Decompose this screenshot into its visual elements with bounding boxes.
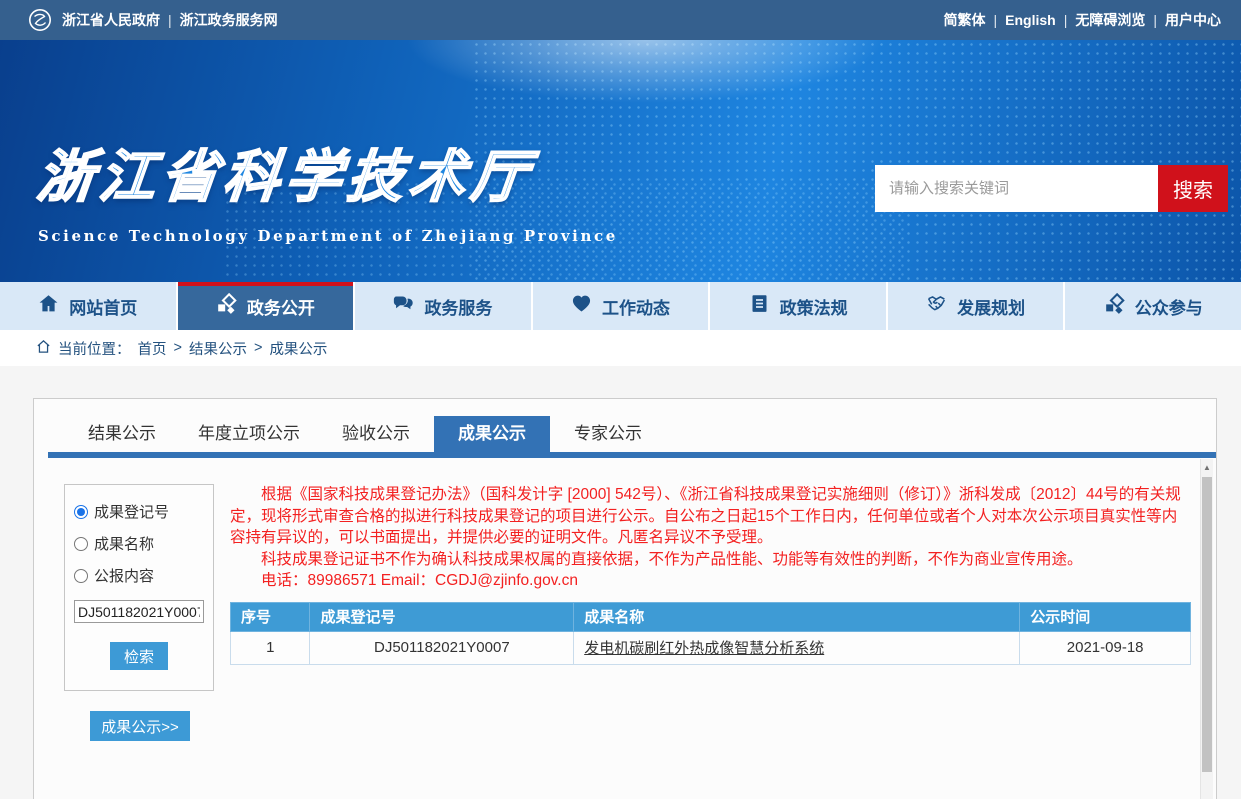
radio-button-icon[interactable] (74, 505, 88, 519)
radio-label: 成果名称 (94, 533, 154, 554)
filter-keyword-input[interactable] (74, 600, 204, 623)
header-publicity-date: 公示时间 (1020, 602, 1191, 631)
topbar-separator: | (168, 12, 172, 28)
nav-item-public-participation[interactable]: 公众参与 (1063, 282, 1241, 330)
breadcrumb-separator: > (254, 340, 262, 356)
radio-bulletin-content[interactable]: 公报内容 (74, 565, 204, 586)
tab-annual-project-publicity[interactable]: 年度立项公示 (180, 416, 318, 452)
gov-portal-link[interactable]: 浙江省人民政府 (62, 10, 160, 30)
tab-bar: 结果公示 年度立项公示 验收公示 成果公示 专家公示 (70, 416, 1216, 452)
breadcrumb-item-results[interactable]: 结果公示 (189, 338, 247, 359)
nav-label: 网站首页 (69, 294, 137, 319)
nav-item-development-planning[interactable]: 发展规划 (886, 282, 1064, 330)
cell-index: 1 (231, 631, 310, 664)
topbar-separator: | (1153, 12, 1157, 28)
filter-box: 成果登记号 成果名称 公报内容 检索 (64, 484, 214, 691)
table-row: 1 DJ501182021Y0007 发电机碳刷红外热成像智慧分析系统 2021… (231, 631, 1191, 664)
search-input[interactable] (875, 165, 1158, 212)
gov-open-icon (216, 293, 237, 319)
achievement-table: 序号 成果登记号 成果名称 公示时间 1 DJ501182021Y0007 发电… (230, 602, 1191, 665)
radio-registration-number[interactable]: 成果登记号 (74, 501, 204, 522)
publicity-notice: 根据《国家科技成果登记办法》（国科发计字 [2000] 542号）、《浙江省科技… (230, 484, 1191, 592)
breadcrumb-item-home[interactable]: 首页 (138, 338, 167, 359)
nav-item-home[interactable]: 网站首页 (0, 282, 176, 330)
main-navigation: 网站首页 政务公开 政务服务 工作动态 (0, 282, 1241, 330)
breadcrumb: 当前位置： 首页 > 结果公示 > 成果公示 (0, 330, 1241, 366)
nav-item-work-dynamics[interactable]: 工作动态 (531, 282, 709, 330)
cell-achievement-name: 发电机碳刷红外热成像智慧分析系统 (574, 631, 1020, 664)
tab-acceptance-publicity[interactable]: 验收公示 (324, 416, 428, 452)
notice-paragraph-1: 根据《国家科技成果登记办法》（国科发计字 [2000] 542号）、《浙江省科技… (230, 484, 1191, 549)
tab-result-publicity[interactable]: 结果公示 (70, 416, 174, 452)
breadcrumb-item-achievements[interactable]: 成果公示 (269, 338, 327, 359)
filter-column: 成果登记号 成果名称 公报内容 检索 成果公示>> (64, 484, 222, 741)
breadcrumb-prefix: 当前位置： (58, 338, 131, 359)
simplified-traditional-link[interactable]: 简繁体 (944, 10, 986, 30)
nav-label: 政务公开 (247, 294, 315, 319)
cell-registration-number: DJ501182021Y0007 (310, 631, 574, 664)
header-achievement-name: 成果名称 (574, 602, 1020, 631)
site-search: 搜索 (875, 165, 1228, 212)
radio-button-icon[interactable] (74, 537, 88, 551)
breadcrumb-separator: > (174, 340, 182, 356)
site-title: 浙江省科学技术厅 (34, 132, 622, 213)
main-content: 根据《国家科技成果登记办法》（国科发计字 [2000] 542号）、《浙江省科技… (230, 484, 1191, 741)
header-registration-number: 成果登记号 (310, 602, 574, 631)
achievement-publicity-more-button[interactable]: 成果公示>> (90, 711, 190, 741)
participation-icon (1104, 293, 1125, 319)
accessibility-link[interactable]: 无障碍浏览 (1075, 10, 1145, 30)
document-icon (749, 293, 770, 319)
zhejiang-gov-logo-icon (28, 8, 52, 32)
topbar-separator: | (994, 12, 998, 28)
site-subtitle-english: Science Technology Department of Zhejian… (38, 227, 618, 245)
home-icon (38, 293, 59, 319)
nav-item-gov-open[interactable]: 政务公开 (176, 282, 354, 330)
notice-paragraph-2: 科技成果登记证书不作为确认科技成果权属的直接依据，不作为产品性能、功能等有效性的… (230, 549, 1191, 571)
radio-achievement-name[interactable]: 成果名称 (74, 533, 204, 554)
nav-label: 政策法规 (780, 294, 848, 319)
top-utility-bar: 浙江省人民政府 | 浙江政务服务网 简繁体 | English | 无障碍浏览 … (0, 0, 1241, 40)
radio-label: 公报内容 (94, 565, 154, 586)
breadcrumb-home-icon (36, 339, 51, 358)
panel-scrollbar[interactable]: ▲ (1200, 459, 1213, 799)
cell-publicity-date: 2021-09-18 (1020, 631, 1191, 664)
handshake-icon (926, 293, 947, 319)
radio-button-icon[interactable] (74, 569, 88, 583)
notice-contact-line: 电话：89986571 Email：CGDJ@zjinfo.gov.cn (230, 570, 1191, 592)
nav-label: 工作动态 (602, 294, 670, 319)
nav-item-gov-service[interactable]: 政务服务 (353, 282, 531, 330)
user-center-link[interactable]: 用户中心 (1165, 10, 1221, 30)
topbar-separator: | (1064, 12, 1068, 28)
chat-icon (393, 293, 414, 319)
site-banner: 浙江省科学技术厅 Science Technology Department o… (0, 40, 1241, 282)
scrollbar-thumb[interactable] (1202, 477, 1212, 772)
nav-label: 政务服务 (424, 294, 492, 319)
heart-icon (571, 293, 592, 319)
scrollbar-up-arrow-icon[interactable]: ▲ (1201, 459, 1213, 475)
english-link[interactable]: English (1005, 12, 1056, 28)
page-body: 结果公示 年度立项公示 验收公示 成果公示 专家公示 成果登记号 成果名称 (0, 366, 1241, 799)
header-index: 序号 (231, 602, 310, 631)
tab-expert-publicity[interactable]: 专家公示 (556, 416, 660, 452)
nav-label: 公众参与 (1135, 294, 1203, 319)
table-header-row: 序号 成果登记号 成果名称 公示时间 (231, 602, 1191, 631)
search-button[interactable]: 搜索 (1158, 165, 1228, 212)
achievement-detail-link[interactable]: 发电机碳刷红外热成像智慧分析系统 (584, 640, 824, 657)
nav-item-policy-laws[interactable]: 政策法规 (708, 282, 886, 330)
service-portal-link[interactable]: 浙江政务服务网 (180, 10, 278, 30)
filter-search-button[interactable]: 检索 (110, 642, 168, 670)
nav-label: 发展规划 (957, 294, 1025, 319)
content-panel: 结果公示 年度立项公示 验收公示 成果公示 专家公示 成果登记号 成果名称 (33, 398, 1217, 799)
radio-label: 成果登记号 (94, 501, 169, 522)
tab-achievement-publicity[interactable]: 成果公示 (434, 416, 550, 452)
